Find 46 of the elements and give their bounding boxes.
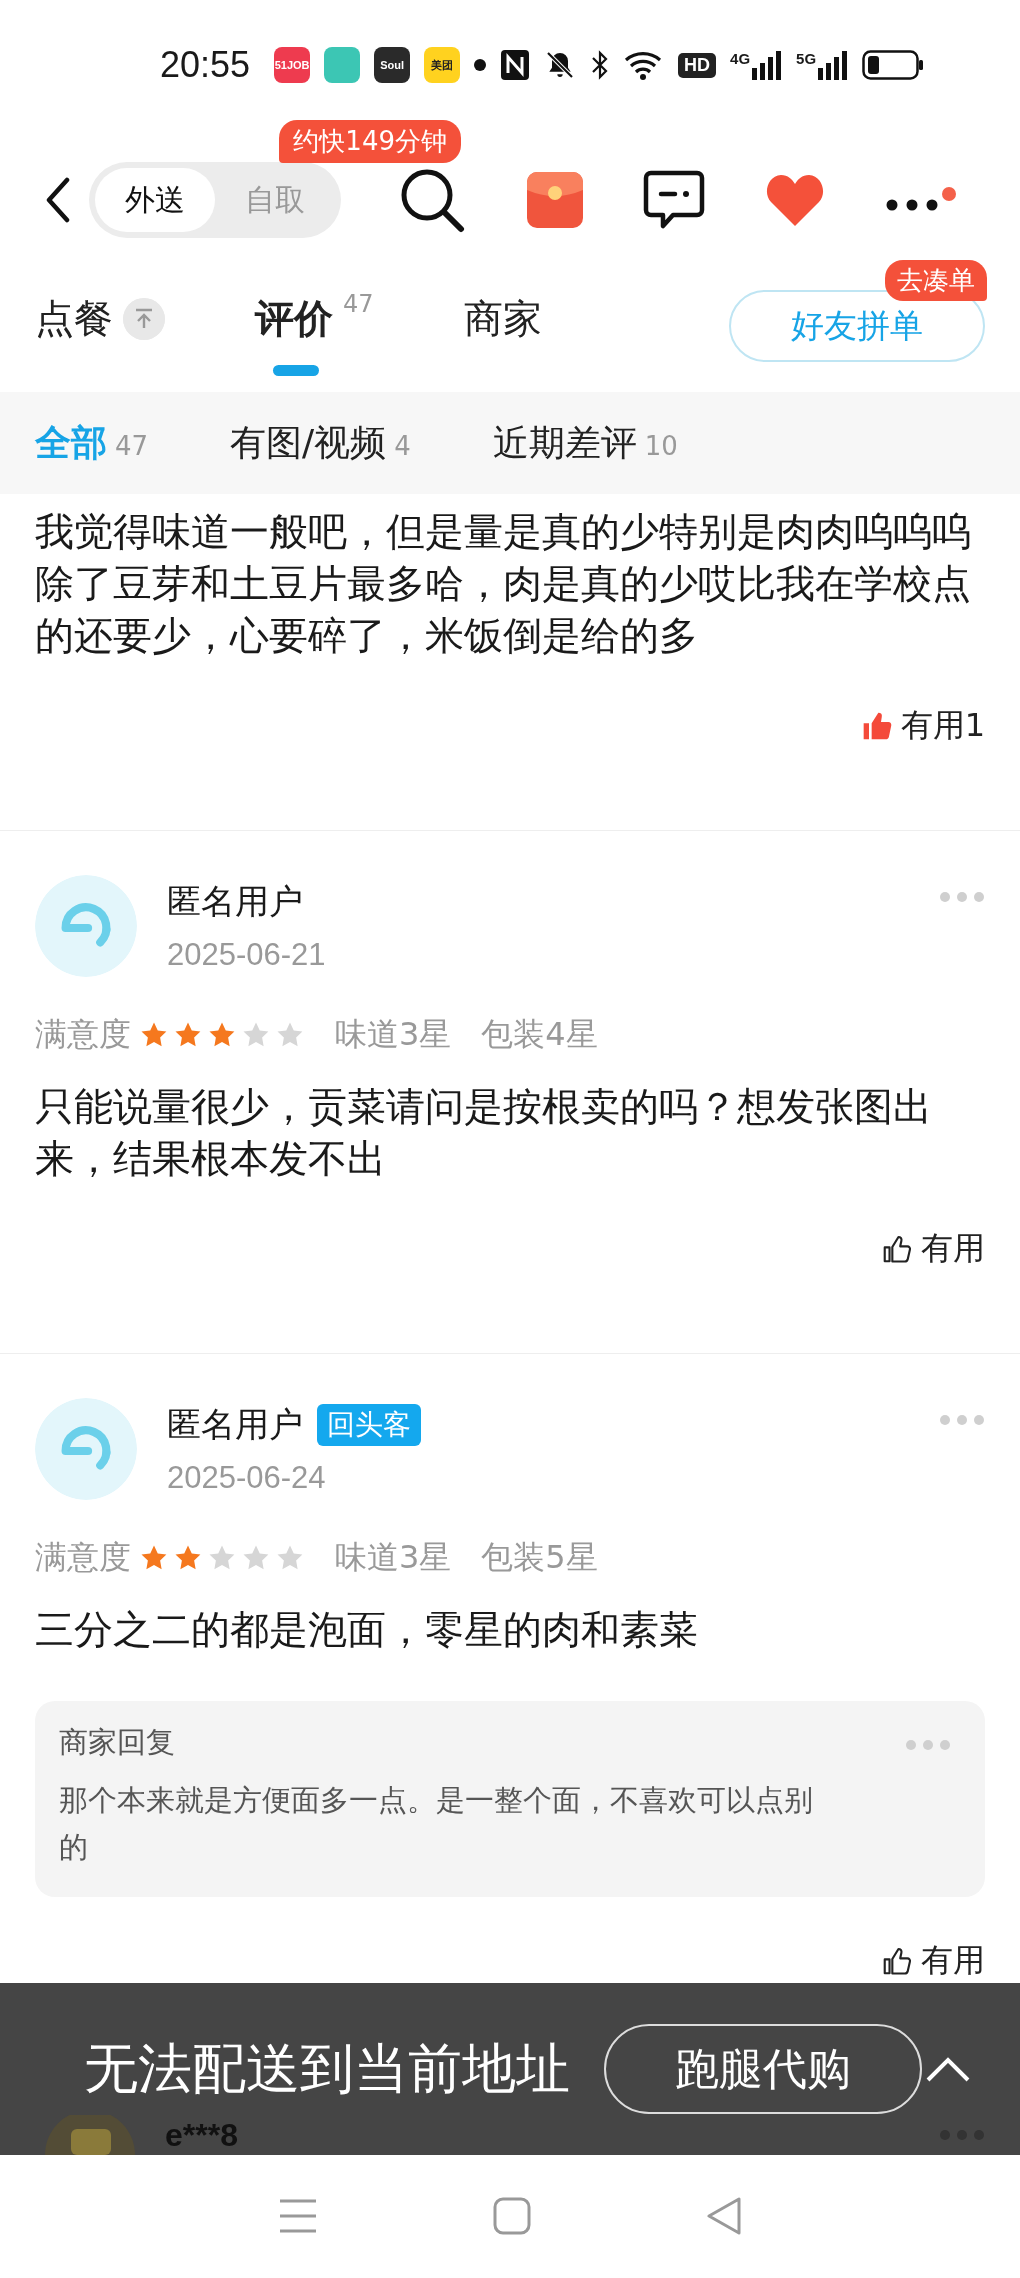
tab[interactable]: 评价 47 — [255, 276, 374, 376]
home-icon[interactable] — [493, 2197, 531, 2235]
returning-customer-tag: 回头客 — [317, 1404, 421, 1446]
hd-icon: HD — [678, 52, 717, 78]
dot-icon — [474, 59, 487, 71]
helpful-button[interactable]: 有用 — [881, 1941, 985, 1981]
review-text: 三分之二的都是泡面，零星的肉和素菜 — [35, 1606, 699, 1654]
app-icon: 51JOB — [274, 47, 311, 83]
eta-badge: 约快149分钟 — [279, 120, 461, 163]
clock: 20:55 — [160, 44, 251, 86]
menu-icon[interactable] — [277, 2198, 318, 2234]
taste-rating: 味道3星 — [335, 1537, 452, 1578]
delivery-notice: 无法配送到当前地址 — [84, 2035, 570, 2102]
delivery-mode-option[interactable]: 外送 — [95, 168, 215, 232]
reply-title: 商家回复 — [59, 1724, 175, 1761]
rating-label: 满意度 — [35, 1014, 131, 1055]
review-text: 我觉得味道一般吧，但是量是真的少特别是肉肉呜呜呜除了豆芽和土豆片最多哈，肉是真的少哎比我在学校点的还要少，心要碎了，米饭倒是给的多 — [35, 508, 972, 660]
packaging-rating: 包装5星 — [481, 1537, 598, 1578]
battery-icon — [862, 50, 925, 80]
app-icon: Soul — [374, 47, 411, 83]
filter-tab[interactable]: 近期差评 10 — [492, 418, 678, 468]
helpful-button[interactable]: 有用 — [881, 1229, 985, 1269]
packaging-rating: 包装4星 — [481, 1014, 598, 1055]
filter-tab[interactable]: 有图/视频 4 — [230, 418, 411, 468]
review-text: 只能说量很少，贡菜请问是按根卖的吗？想发张图出来，结果根本发不出 — [35, 1083, 933, 1183]
tab[interactable]: 点餐 — [35, 276, 165, 376]
envelope-icon[interactable] — [527, 172, 583, 228]
taste-rating: 味道3星 — [335, 1014, 452, 1055]
chat-icon[interactable] — [643, 170, 705, 230]
errand-button[interactable]: 跑腿代购 — [604, 2024, 922, 2114]
user-name: 匿名用户 — [167, 1403, 303, 1446]
thumbs-up-icon — [881, 1945, 913, 1977]
rating-label: 满意度 — [35, 1537, 131, 1578]
back-icon[interactable] — [45, 177, 71, 223]
favorite-icon[interactable] — [765, 172, 825, 228]
thumbs-up-icon — [881, 1233, 913, 1265]
group-order-badge: 去凑单 — [885, 260, 987, 301]
app-icon: 美团 — [424, 47, 461, 83]
helpful-button[interactable]: 有用1 — [860, 706, 985, 746]
reply-text: 那个本来就是方便面多一点。是一整个面，不喜欢可以点别的 — [59, 1782, 814, 1866]
nfc-icon — [500, 49, 531, 81]
search-icon[interactable] — [399, 167, 467, 233]
review-date: 2025-06-24 — [167, 1460, 327, 1496]
user-name: 匿名用户 — [167, 880, 303, 923]
tab[interactable]: 商家 — [463, 276, 542, 376]
review-date: 2025-06-21 — [167, 937, 327, 973]
